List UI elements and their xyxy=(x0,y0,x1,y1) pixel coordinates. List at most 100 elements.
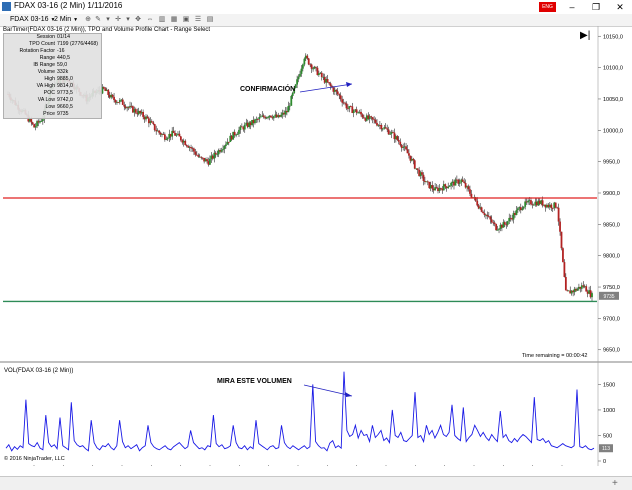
candle-body xyxy=(341,99,344,103)
instrument-selector[interactable]: FDAX 03-16 ▼ xyxy=(10,15,55,25)
play-icon[interactable]: ▶| xyxy=(580,30,590,41)
candle-body xyxy=(315,66,317,68)
candle-body xyxy=(206,159,208,162)
candle-body xyxy=(113,96,115,101)
indicators-icon[interactable]: ▦ xyxy=(170,16,178,24)
candle-body xyxy=(361,114,364,118)
candle-body xyxy=(259,116,262,118)
candle-body xyxy=(422,174,425,181)
candle-body xyxy=(150,121,153,123)
candle-body xyxy=(216,154,219,156)
candle-body xyxy=(355,109,358,113)
candle-body xyxy=(344,102,346,104)
candle-body xyxy=(444,184,447,187)
scroll-icon[interactable]: ⇔ xyxy=(146,16,154,24)
candle-body xyxy=(421,172,423,175)
price-tick-label: 9650,0 xyxy=(603,348,620,354)
price-tick-label: 10150,0 xyxy=(603,34,623,40)
tpo-row: VA High 9814,0 xyxy=(4,83,101,90)
candle-body xyxy=(498,228,500,230)
strategies-icon[interactable]: ▣ xyxy=(182,16,190,24)
tpo-value: 9885,0 xyxy=(57,76,73,82)
tpo-row: Session 01/14 xyxy=(4,34,101,41)
volume-tick-label: 0 xyxy=(603,459,606,465)
candle-body xyxy=(345,103,348,109)
tpo-value: 332k xyxy=(57,69,69,75)
candle-body xyxy=(371,117,374,120)
zoom-in-icon[interactable]: ⊕ xyxy=(84,16,92,24)
properties-icon[interactable]: ☰ xyxy=(194,16,202,24)
candle-body xyxy=(102,87,105,89)
candle-body xyxy=(448,185,451,187)
candle-body xyxy=(461,179,464,182)
price-tick-label: 9900,0 xyxy=(603,191,620,197)
volume-tick-label: 1500 xyxy=(603,382,615,388)
candle-body xyxy=(146,116,149,119)
candle-body xyxy=(328,82,330,84)
move-icon[interactable]: ✥ xyxy=(134,16,142,24)
price-tick-label: 10050,0 xyxy=(603,97,623,103)
candle-body xyxy=(363,117,365,119)
candle-body xyxy=(111,94,114,97)
close-button[interactable]: ✕ xyxy=(608,0,632,14)
candle-body xyxy=(396,136,399,140)
candle-body xyxy=(387,129,390,135)
candle-body xyxy=(158,130,160,133)
tpo-value: 9742,0 xyxy=(57,97,73,103)
candle-body xyxy=(413,160,416,169)
candle-body xyxy=(352,110,355,113)
candle-body xyxy=(564,276,567,291)
candle-body xyxy=(262,115,265,117)
price-tick-label: 9800,0 xyxy=(603,254,620,260)
candle-body xyxy=(123,104,126,107)
candle-body xyxy=(458,182,461,184)
candle-body xyxy=(166,138,169,140)
pencil-icon[interactable]: ✎ xyxy=(94,16,102,24)
candle-body xyxy=(399,141,402,146)
license-badge: ENG xyxy=(539,2,556,12)
candle-body xyxy=(117,102,120,103)
price-tick-label: 10100,0 xyxy=(603,66,623,72)
tpo-label: VA High xyxy=(36,83,55,89)
candle-body xyxy=(41,119,44,121)
tpo-label: Low xyxy=(45,104,55,110)
tpo-row: Price 9735 xyxy=(4,111,101,118)
candle-body xyxy=(223,145,226,150)
candle-body xyxy=(532,204,535,206)
add-tab-icon[interactable]: + xyxy=(612,478,618,489)
candle-body xyxy=(240,126,243,128)
candle-body xyxy=(235,134,237,136)
bars-icon[interactable]: ▥ xyxy=(158,16,166,24)
candle-body xyxy=(190,147,192,149)
interval-selector[interactable]: 2 Min ▼ xyxy=(54,15,78,25)
candle-body xyxy=(165,139,168,140)
tpo-row: IB Range 59,0 xyxy=(4,62,101,69)
candle-body xyxy=(227,141,230,143)
candle-body xyxy=(303,58,306,65)
candle-body xyxy=(310,64,313,69)
candle-body xyxy=(503,222,506,225)
minimize-button[interactable]: – xyxy=(560,0,584,14)
price-tick-label: 9850,0 xyxy=(603,222,620,228)
draw-tools-icon[interactable]: ▾ xyxy=(104,16,112,24)
crosshair-icon[interactable]: ✛ xyxy=(114,16,122,24)
candle-body xyxy=(384,127,387,129)
tpo-value: 9814,0 xyxy=(57,83,73,89)
candle-body xyxy=(185,145,188,147)
candle-body xyxy=(312,68,314,70)
tpo-label: Session xyxy=(36,34,55,40)
candle-body xyxy=(490,219,493,223)
candle-body xyxy=(381,128,384,130)
candle-body xyxy=(233,131,236,136)
candle-body xyxy=(522,206,525,209)
tab-bar: + xyxy=(0,476,632,490)
candle-body xyxy=(236,133,239,135)
dropdown-icon[interactable]: ▾ xyxy=(124,16,132,24)
tpo-row: Rotation Factor -16 xyxy=(4,48,101,55)
candle-body xyxy=(326,79,329,83)
maximize-button[interactable]: ❐ xyxy=(584,0,608,14)
data-box-icon[interactable]: ▤ xyxy=(206,16,214,24)
instrument-label: FDAX 03-16 xyxy=(10,16,49,23)
tpo-label: Range xyxy=(39,55,55,61)
candle-body xyxy=(338,94,341,96)
